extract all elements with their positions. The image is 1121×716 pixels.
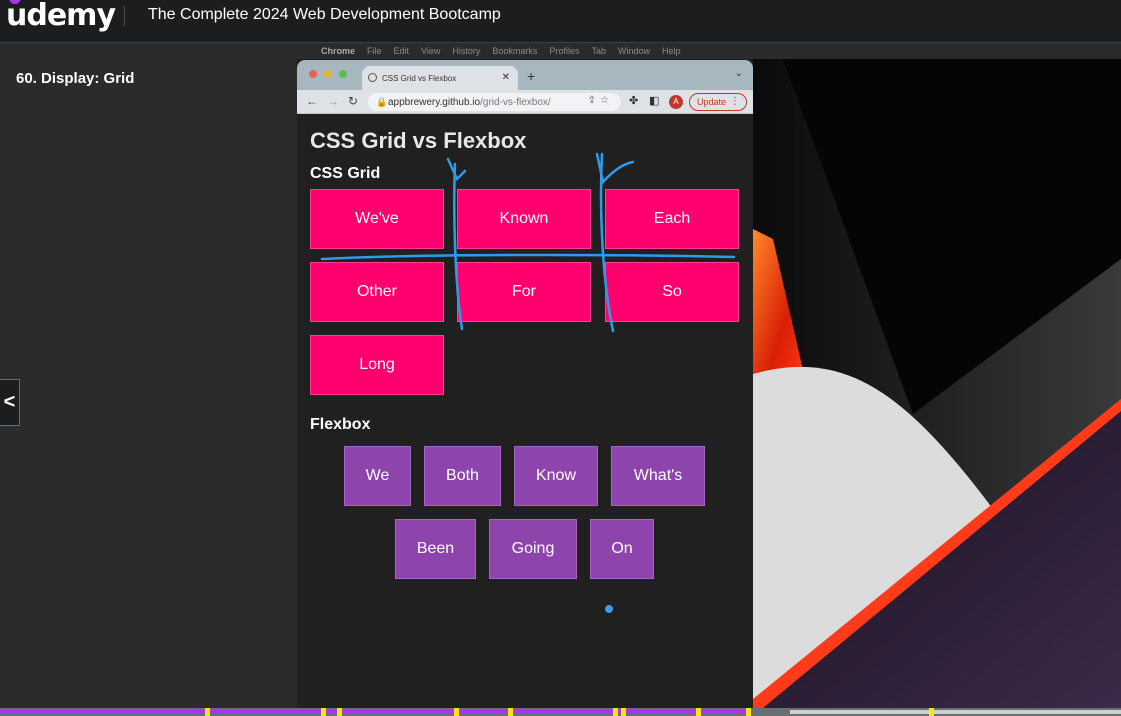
menu-item-history: History bbox=[452, 46, 481, 56]
cursor-indicator bbox=[605, 605, 613, 613]
url-host: appbrewery.github.io bbox=[388, 96, 481, 108]
new-tab-icon[interactable]: + bbox=[527, 68, 535, 84]
forward-arrow-icon[interactable]: → bbox=[327, 94, 339, 108]
previous-lecture-button[interactable]: < bbox=[0, 379, 20, 426]
flex-item-7: On bbox=[590, 519, 654, 579]
reload-icon[interactable]: ↻ bbox=[348, 94, 358, 108]
grid-item-4: Other bbox=[310, 262, 444, 322]
udemy-header: udemy The Complete 2024 Web Development … bbox=[0, 0, 1121, 43]
flex-item-3: Know bbox=[514, 446, 598, 506]
menu-item-window: Window bbox=[617, 46, 650, 56]
bookmark-marker[interactable] bbox=[205, 708, 210, 716]
tab-strip: CSS Grid vs Flexbox ✕ + ⌄ bbox=[297, 60, 753, 90]
back-arrow-icon[interactable]: ← bbox=[306, 94, 318, 108]
bookmark-marker[interactable] bbox=[746, 708, 751, 716]
flex-item-5: Been bbox=[395, 519, 476, 579]
browser-toolbar: ← → ↻ 🔒 appbrewery.github.io/grid-vs-fle… bbox=[297, 90, 753, 114]
flex-item-6: Going bbox=[489, 519, 577, 579]
udemy-logo[interactable]: udemy bbox=[6, 0, 116, 33]
address-bar[interactable]: 🔒 appbrewery.github.io/grid-vs-flexbox/ … bbox=[368, 93, 621, 111]
menu-item-edit: Edit bbox=[393, 46, 410, 56]
grid-item-2: Known bbox=[457, 189, 591, 249]
tab-search-chevron-icon[interactable]: ⌄ bbox=[735, 68, 743, 79]
side-panel-icon[interactable]: ◧ bbox=[649, 94, 659, 107]
header-divider bbox=[124, 6, 125, 26]
web-page: CSS Grid vs Flexbox CSS Grid We've Known… bbox=[297, 114, 753, 708]
mac-menu-bar: Chrome File Edit View History Bookmarks … bbox=[297, 43, 1121, 59]
menu-item-profiles: Profiles bbox=[549, 46, 580, 56]
page-title: CSS Grid vs Flexbox bbox=[310, 128, 527, 153]
kebab-menu-icon[interactable]: ⋮ bbox=[730, 96, 740, 107]
flex-item-4: What's bbox=[611, 446, 705, 506]
menu-item-view: View bbox=[421, 46, 441, 56]
flex-item-2: Both bbox=[424, 446, 501, 506]
chevron-left-icon: < bbox=[3, 391, 16, 413]
extensions-puzzle-icon[interactable]: ✤ bbox=[629, 94, 638, 107]
wallpaper-art bbox=[753, 59, 1121, 708]
flexbox-heading: Flexbox bbox=[310, 416, 371, 433]
grid-item-3: Each bbox=[605, 189, 739, 249]
update-label: Update bbox=[697, 97, 727, 107]
menu-item-file: File bbox=[367, 46, 382, 56]
profile-avatar[interactable]: A bbox=[669, 95, 683, 109]
close-tab-icon[interactable]: ✕ bbox=[502, 72, 510, 83]
grid-item-5: For bbox=[457, 262, 591, 322]
close-window-button[interactable] bbox=[309, 70, 317, 78]
grid-heading: CSS Grid bbox=[310, 165, 381, 182]
video-progress-bar[interactable] bbox=[0, 708, 1121, 716]
bookmark-marker[interactable] bbox=[929, 708, 934, 716]
chrome-window: CSS Grid vs Flexbox ✕ + ⌄ ← → ↻ 🔒 appbre… bbox=[297, 60, 753, 708]
bookmark-marker[interactable] bbox=[696, 708, 701, 716]
bookmark-marker[interactable] bbox=[613, 708, 618, 716]
menu-item-help: Help bbox=[661, 46, 681, 56]
menu-item-bookmarks: Bookmarks bbox=[492, 46, 538, 56]
update-button[interactable]: Update ⋮ bbox=[689, 93, 747, 111]
grid-item-7: Long bbox=[310, 335, 444, 395]
progress-buffered bbox=[790, 710, 1121, 714]
lecture-title: 60. Display: Grid bbox=[16, 70, 135, 87]
progress-watched bbox=[0, 710, 752, 714]
menu-item-tab: Tab bbox=[591, 46, 606, 56]
minimize-window-button[interactable] bbox=[324, 70, 332, 78]
video-player[interactable]: Chrome File Edit View History Bookmarks … bbox=[297, 43, 1121, 708]
globe-icon bbox=[368, 73, 377, 82]
lock-icon: 🔒 bbox=[376, 97, 388, 107]
bookmark-marker[interactable] bbox=[621, 708, 626, 716]
grid-item-1: We've bbox=[310, 189, 444, 249]
url-path: /grid-vs-flexbox/ bbox=[480, 96, 551, 108]
bookmark-marker[interactable] bbox=[508, 708, 513, 716]
tab-title: CSS Grid vs Flexbox bbox=[382, 73, 457, 83]
course-title[interactable]: The Complete 2024 Web Development Bootca… bbox=[148, 6, 501, 24]
bookmark-marker[interactable] bbox=[454, 708, 459, 716]
menu-item-chrome: Chrome bbox=[321, 46, 356, 56]
flex-item-1: We bbox=[344, 446, 411, 506]
zoom-window-button[interactable] bbox=[339, 70, 347, 78]
bookmark-marker[interactable] bbox=[321, 708, 326, 716]
grid-item-6: So bbox=[605, 262, 739, 322]
bookmark-marker[interactable] bbox=[337, 708, 342, 716]
desktop-wallpaper bbox=[753, 59, 1121, 708]
browser-tab[interactable]: CSS Grid vs Flexbox ✕ bbox=[362, 66, 518, 90]
share-bookmark-icons[interactable]: ⇪☆ bbox=[588, 95, 613, 106]
